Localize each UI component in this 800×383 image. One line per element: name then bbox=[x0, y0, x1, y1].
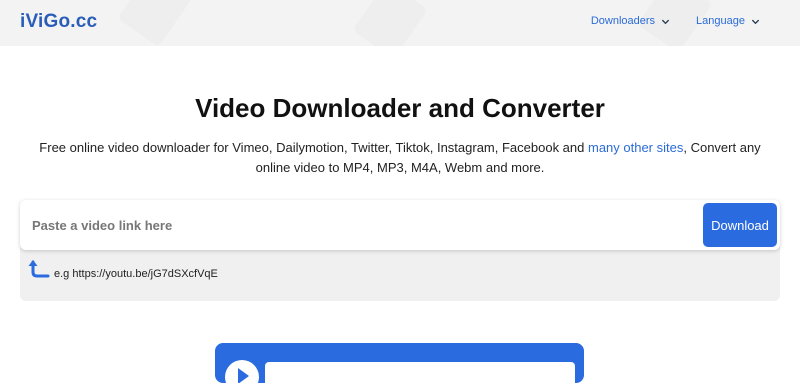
page-subtitle: Free online video downloader for Vimeo, … bbox=[25, 138, 775, 178]
header: iViGo.cc Downloaders Language bbox=[0, 0, 800, 46]
top-nav: Downloaders Language bbox=[591, 15, 760, 27]
url-input-wrapper bbox=[20, 200, 780, 250]
site-logo[interactable]: iViGo.cc bbox=[20, 11, 97, 33]
download-button[interactable]: Download bbox=[703, 203, 777, 247]
nav-language[interactable]: Language bbox=[696, 15, 760, 27]
return-arrow-icon bbox=[28, 260, 50, 278]
chevron-down-icon bbox=[661, 19, 670, 24]
subtitle-text: Free online video downloader for Vimeo, … bbox=[39, 140, 588, 155]
header-decoration bbox=[117, 0, 193, 46]
nav-language-label: Language bbox=[696, 15, 745, 27]
play-icon bbox=[225, 360, 259, 383]
header-decoration bbox=[352, 0, 428, 46]
other-sites-link[interactable]: many other sites bbox=[588, 140, 683, 155]
nav-downloaders[interactable]: Downloaders bbox=[591, 15, 670, 27]
video-url-input[interactable] bbox=[32, 208, 692, 242]
feature-card bbox=[215, 343, 584, 383]
example-url-hint: e.g https://youtu.be/jG7dSXcfVqE bbox=[54, 268, 218, 280]
nav-downloaders-label: Downloaders bbox=[590, 15, 656, 27]
chevron-down-icon bbox=[751, 19, 760, 24]
page-title: Video Downloader and Converter bbox=[195, 93, 605, 123]
feature-card-field bbox=[265, 362, 575, 383]
